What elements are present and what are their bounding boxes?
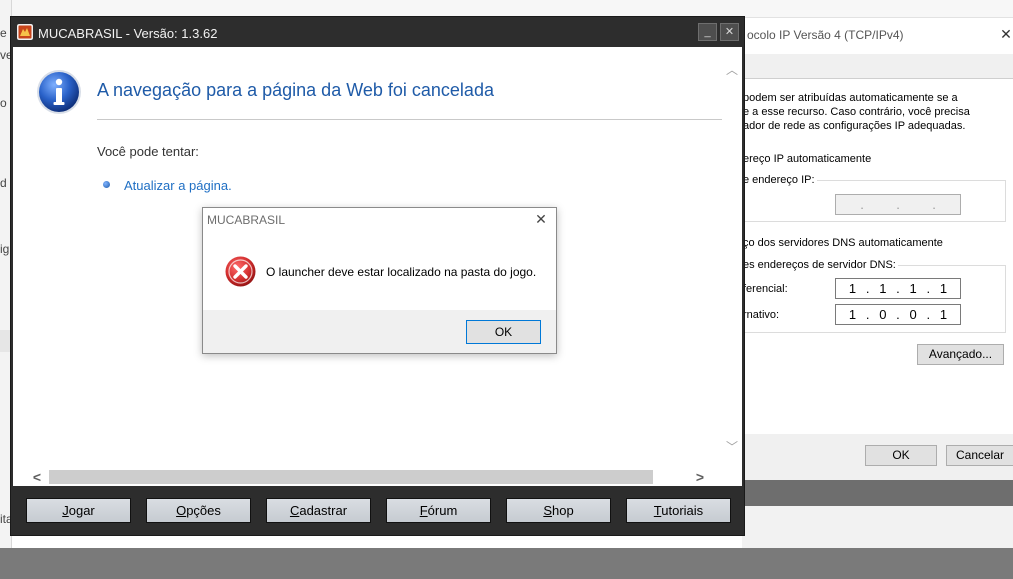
dialog-title: MUCABRASIL (207, 213, 286, 227)
error-icon (224, 255, 257, 288)
shop-button[interactable]: Shop (506, 498, 611, 523)
forum-button[interactable]: Fórum (386, 498, 491, 523)
ipv4-intro-line: podem ser atribuídas automaticamente se … (743, 92, 958, 104)
ip-address-field: ... (835, 194, 961, 215)
error-dialog: MUCABRASIL ✕ O launcher deve estar local… (202, 207, 557, 354)
auto-dns-option[interactable]: ço dos servidores DNS automaticamente (743, 237, 943, 249)
options-button[interactable]: Opções (146, 498, 251, 523)
try-label: Você pode tentar: (97, 144, 199, 159)
launcher-title: MUCABRASIL - Versão: 1.3.62 (38, 26, 218, 41)
ipv4-titlebar: ocolo IP Versão 4 (TCP/IPv4) ✕ (743, 18, 1013, 54)
preferred-dns-field[interactable]: 1.1.1.1 (835, 278, 961, 299)
navigation-cancelled-heading: A navegação para a página da Web foi can… (97, 80, 494, 100)
ipv4-tab-strip (743, 54, 1013, 79)
background-light-strip (742, 506, 1013, 548)
register-button[interactable]: Cadastrar (266, 498, 371, 523)
ipv4-panel: podem ser atribuídas automaticamente se … (742, 79, 1013, 434)
vertical-scrollbar[interactable]: ︿ ﹀ (722, 47, 742, 485)
advanced-button[interactable]: Avançado... (917, 344, 1004, 365)
scroll-down-icon[interactable]: ﹀ (724, 439, 740, 455)
minimize-button[interactable]: _ (698, 23, 717, 41)
ipv4-intro-line: ador de rede as configurações IP adequad… (743, 120, 966, 132)
ipv4-cancel-button[interactable]: Cancelar (946, 445, 1013, 466)
ipv4-ok-button[interactable]: OK (865, 445, 937, 466)
scroll-up-icon[interactable]: ︿ (724, 62, 740, 78)
manual-dns-group: es endereços de servidor DNS: ferencial:… (742, 259, 1006, 333)
dialog-close-icon[interactable]: ✕ (534, 211, 548, 227)
background-text: o (0, 96, 7, 110)
alternate-dns-label: rnativo: (743, 309, 780, 321)
dialog-ok-button[interactable]: OK (466, 320, 541, 344)
refresh-page-link[interactable]: Atualizar a página. (124, 178, 232, 193)
bullet-icon (103, 181, 110, 188)
dialog-message: O launcher deve estar localizado na past… (266, 265, 537, 279)
scroll-right-icon[interactable]: > (691, 468, 709, 486)
ipv4-intro-line: e a esse recurso. Caso contrário, você p… (743, 106, 970, 118)
play-button[interactable]: Jogar (26, 498, 131, 523)
background-text: d (0, 176, 7, 190)
manual-dns-option[interactable]: es endereços de servidor DNS: (743, 259, 898, 271)
auto-ip-option[interactable]: ereço IP automaticamente (743, 153, 871, 165)
tutorials-button[interactable]: Tutoriais (626, 498, 731, 523)
horizontal-scrollbar[interactable]: < > (13, 468, 742, 486)
info-icon (37, 70, 81, 114)
launcher-titlebar[interactable]: MUCABRASIL - Versão: 1.3.62 _ ✕ (11, 17, 744, 47)
taskbar-strip (0, 548, 1013, 579)
preferred-dns-label: ferencial: (743, 283, 788, 295)
manual-ip-group: e endereço IP: ... (742, 174, 1006, 222)
scroll-left-icon[interactable]: < (28, 468, 46, 486)
close-button[interactable]: ✕ (720, 23, 739, 41)
ipv4-properties-window: ocolo IP Versão 4 (TCP/IPv4) ✕ podem ser… (742, 18, 1013, 480)
background-dark-strip (742, 480, 1013, 506)
background-text: ig (0, 242, 10, 256)
app-icon (17, 24, 33, 40)
alternate-dns-field[interactable]: 1.0.0.1 (835, 304, 961, 325)
ipv4-close-icon[interactable]: ✕ (998, 26, 1013, 42)
launcher-button-bar: Jogar Opções Cadastrar Fórum Shop Tutori… (13, 487, 742, 535)
background-text: e (0, 26, 7, 40)
ipv4-window-title: ocolo IP Versão 4 (TCP/IPv4) (747, 28, 904, 42)
manual-ip-option[interactable]: e endereço IP: (743, 174, 817, 186)
horizontal-scroll-thumb[interactable] (49, 470, 653, 484)
dialog-footer: OK (203, 310, 556, 353)
heading-divider (97, 119, 723, 120)
